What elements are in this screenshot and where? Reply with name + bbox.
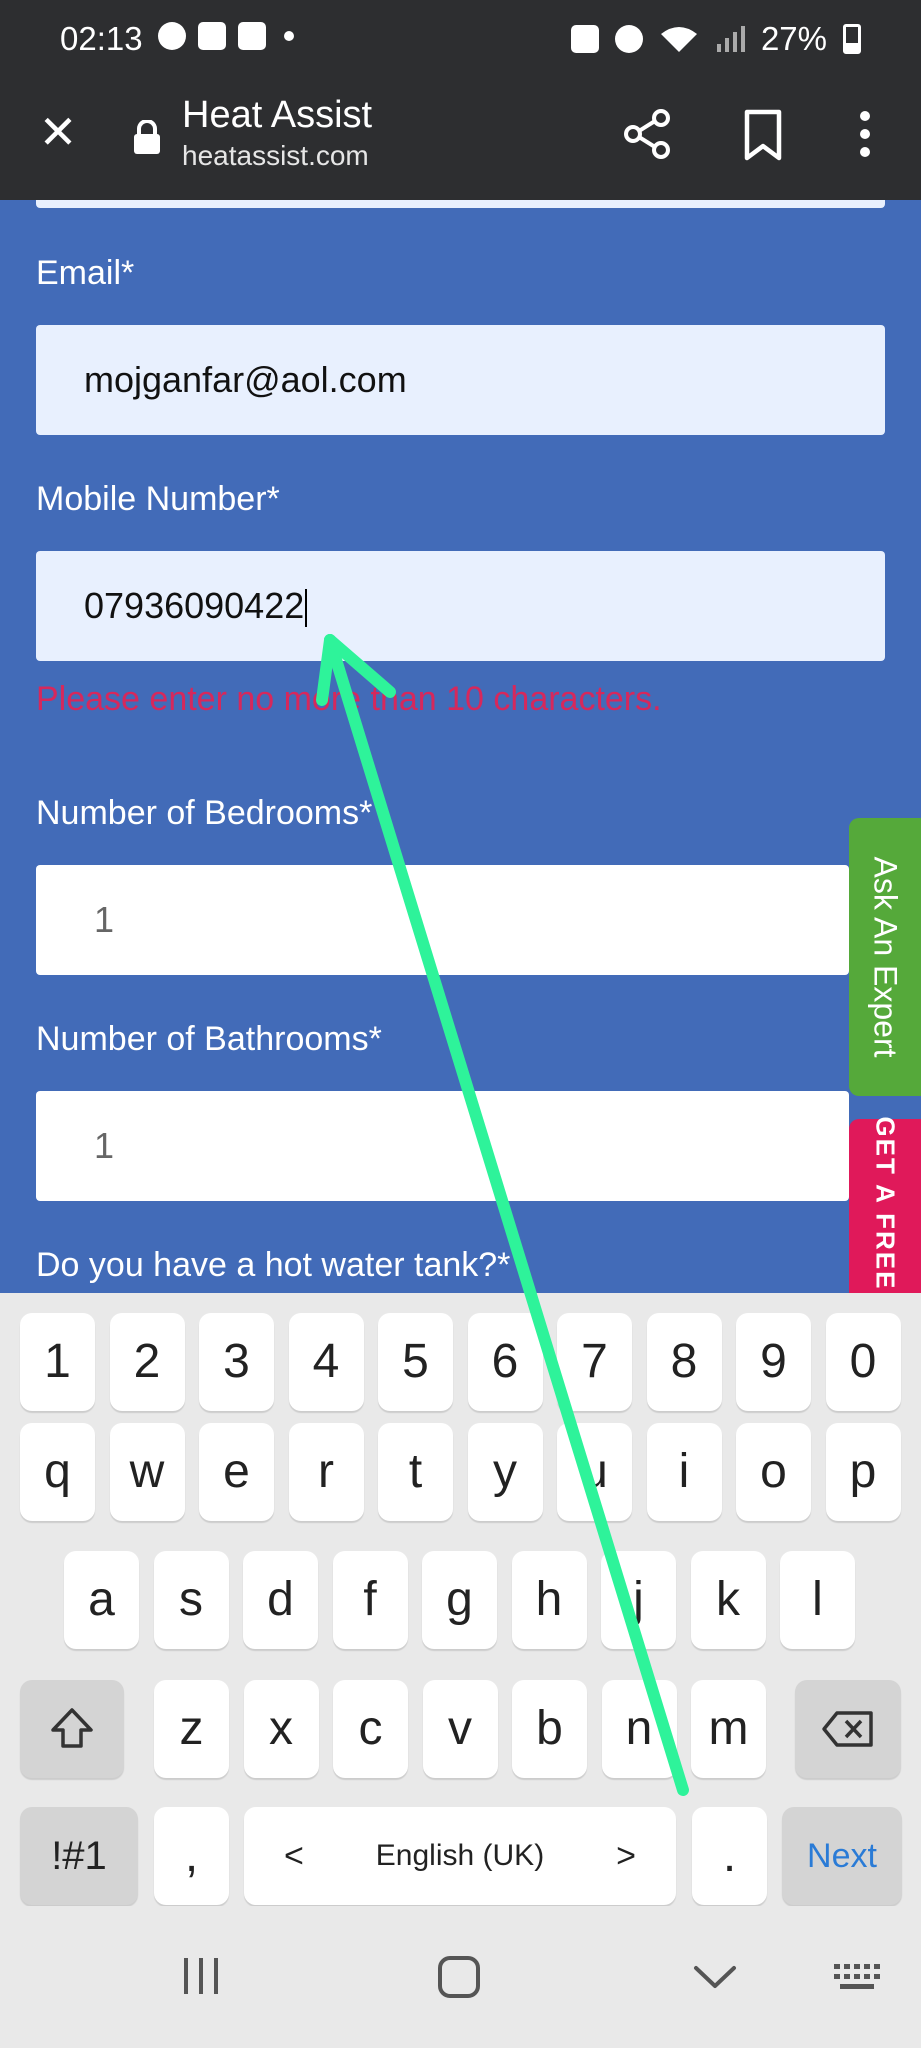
battery-icon — [843, 24, 861, 54]
hide-keyboard-icon[interactable] — [682, 1944, 748, 2010]
letter-key[interactable]: d — [243, 1551, 318, 1649]
share-icon[interactable] — [617, 104, 677, 164]
battery-percent: 27% — [760, 20, 827, 57]
language-left-icon: < — [284, 1837, 304, 1875]
ask-an-expert-tab[interactable]: Ask An Expert — [849, 818, 921, 1096]
space-key[interactable]: < English (UK) > — [244, 1807, 676, 1905]
web-page-content: Email* mojganfar@aol.com Mobile Number* … — [0, 200, 921, 1293]
alarm-icon — [614, 25, 643, 53]
number-key[interactable]: 2 — [109, 1313, 185, 1411]
letter-key[interactable]: z — [154, 1680, 229, 1778]
letter-key[interactable]: t — [378, 1423, 453, 1521]
letter-key[interactable]: c — [333, 1680, 408, 1778]
number-key[interactable]: 6 — [467, 1313, 543, 1411]
number-key[interactable]: 8 — [646, 1313, 722, 1411]
comma-key[interactable]: , — [154, 1807, 229, 1905]
mobile-number-label: Mobile Number* — [36, 480, 280, 518]
letter-key[interactable]: o — [736, 1423, 811, 1521]
lock-icon — [134, 120, 160, 154]
language-right-icon: > — [616, 1837, 636, 1875]
mobile-number-field[interactable]: 07936090422 — [36, 551, 885, 661]
letter-key[interactable]: k — [690, 1551, 766, 1649]
bookmark-icon[interactable] — [733, 104, 793, 164]
close-tab-icon[interactable]: ✕ — [34, 108, 82, 156]
browser-toolbar: ✕ Heat Assist heatassist.com — [0, 80, 921, 200]
letter-key[interactable]: p — [825, 1423, 901, 1521]
battery-saver-icon — [570, 25, 599, 53]
backspace-icon — [822, 1711, 873, 1747]
letter-key[interactable]: l — [780, 1551, 855, 1649]
notification-app-icon — [158, 22, 186, 50]
letter-key[interactable]: v — [422, 1680, 498, 1778]
page-url[interactable]: heatassist.com — [182, 140, 369, 172]
more-notifications-dot-icon — [284, 31, 294, 41]
letter-key[interactable]: y — [467, 1423, 543, 1521]
number-key[interactable]: 0 — [825, 1313, 901, 1411]
email-label: Email* — [36, 254, 135, 292]
letter-key[interactable]: j — [601, 1551, 676, 1649]
symbols-key[interactable]: !#1 — [20, 1807, 138, 1905]
number-key[interactable]: 1 — [20, 1313, 95, 1411]
notification-clock-icon — [198, 22, 226, 50]
wifi-icon — [660, 27, 697, 52]
letter-key[interactable]: q — [20, 1423, 95, 1521]
number-key[interactable]: 5 — [378, 1313, 453, 1411]
free-quote-tab[interactable]: GET A FREE ONLINE QUOTE — [849, 1116, 921, 1293]
keyboard-language: English (UK) — [375, 1839, 545, 1872]
number-key[interactable]: 4 — [288, 1313, 364, 1411]
navigation-bar — [0, 1906, 921, 2048]
ask-an-expert-label: Ask An Expert — [867, 856, 904, 1058]
previous-field[interactable] — [36, 200, 885, 208]
keyboard-switch-icon[interactable] — [826, 1944, 892, 2010]
status-bar: 02:13 27% — [0, 0, 921, 80]
letter-key[interactable]: s — [153, 1551, 229, 1649]
letter-key[interactable]: u — [557, 1423, 632, 1521]
number-key[interactable]: 9 — [736, 1313, 811, 1411]
period-key[interactable]: . — [692, 1807, 767, 1905]
email-field[interactable]: mojganfar@aol.com — [36, 325, 885, 435]
on-screen-keyboard: 1234567890 qwertyuiop asdfghjkl zxcvbnm … — [0, 1293, 921, 1906]
signal-icon — [716, 26, 745, 52]
backspace-key[interactable] — [795, 1680, 901, 1778]
recent-apps-icon[interactable] — [168, 1944, 234, 2010]
letter-key[interactable]: w — [109, 1423, 185, 1521]
bedrooms-field[interactable]: 1 — [36, 865, 849, 975]
mobile-number-value: 07936090422 — [84, 585, 305, 626]
shift-key[interactable] — [20, 1680, 124, 1778]
notification-icons — [158, 22, 294, 50]
status-time: 02:13 — [60, 20, 143, 57]
more-options-icon[interactable] — [835, 104, 895, 164]
hot-water-tank-label: Do you have a hot water tank?* — [36, 1246, 511, 1284]
letter-key[interactable]: n — [601, 1680, 677, 1778]
text-cursor — [305, 589, 308, 628]
mobile-error-message: Please enter no more than 10 characters. — [36, 680, 662, 718]
letter-key[interactable]: i — [646, 1423, 722, 1521]
letter-key[interactable]: h — [511, 1551, 587, 1649]
shift-icon — [51, 1708, 93, 1748]
letter-key[interactable]: f — [332, 1551, 408, 1649]
number-key[interactable]: 7 — [557, 1313, 632, 1411]
home-icon[interactable] — [426, 1944, 492, 2010]
letter-key[interactable]: e — [199, 1423, 274, 1521]
letter-key[interactable]: r — [288, 1423, 364, 1521]
free-quote-label: GET A FREE ONLINE QUOTE — [870, 1116, 901, 1293]
letter-key[interactable]: m — [691, 1680, 766, 1778]
letter-key[interactable]: b — [512, 1680, 587, 1778]
letter-key[interactable]: a — [64, 1551, 139, 1649]
letter-key[interactable]: g — [422, 1551, 497, 1649]
system-status: 27% — [570, 20, 861, 58]
bathrooms-field[interactable]: 1 — [36, 1091, 849, 1201]
page-title: Heat Assist — [182, 94, 373, 136]
letter-key[interactable]: x — [243, 1680, 319, 1778]
bedrooms-label: Number of Bedrooms* — [36, 794, 373, 832]
bathrooms-label: Number of Bathrooms* — [36, 1020, 382, 1058]
voicemail-icon — [238, 22, 266, 50]
next-key[interactable]: Next — [782, 1807, 902, 1905]
number-key[interactable]: 3 — [199, 1313, 274, 1411]
